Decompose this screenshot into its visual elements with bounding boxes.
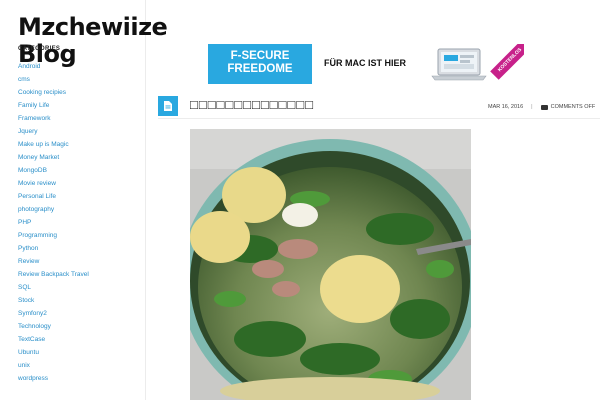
ad-tagline: FÜR MAC IST HIER bbox=[324, 58, 406, 68]
category-link[interactable]: Money Market bbox=[18, 151, 89, 164]
soup-photo bbox=[190, 129, 471, 400]
category-link[interactable]: Cooking recipies bbox=[18, 86, 89, 99]
category-link[interactable]: Framework bbox=[18, 112, 89, 125]
ad-brand-line2: FREEDOME bbox=[227, 63, 293, 75]
category-link[interactable]: photography bbox=[18, 203, 89, 216]
category-link[interactable]: Review Backpack Travel bbox=[18, 268, 89, 281]
category-link[interactable]: Python bbox=[18, 242, 89, 255]
post-title[interactable]: □□□□□□□□□□□□□□ bbox=[190, 97, 314, 112]
post-meta: MAR 16, 2016 | COMMENTS OFF bbox=[488, 104, 595, 110]
category-link[interactable]: Ubuntu bbox=[18, 346, 89, 359]
category-link[interactable]: Make up is Magic bbox=[18, 138, 89, 151]
category-link[interactable]: wordpress bbox=[18, 372, 89, 385]
post-date[interactable]: MAR 16, 2016 bbox=[488, 104, 523, 110]
category-link[interactable]: MongoDB bbox=[18, 164, 89, 177]
category-link[interactable]: Movie review bbox=[18, 177, 89, 190]
category-link[interactable]: Technology bbox=[18, 320, 89, 333]
category-link[interactable]: Jquery bbox=[18, 125, 89, 138]
ad-banner[interactable]: F-SECURE FREEDOME FÜR MAC IST HIER KOSTE… bbox=[208, 44, 524, 84]
ad-brand-block: F-SECURE FREEDOME bbox=[208, 44, 312, 84]
comment-icon bbox=[540, 104, 548, 110]
category-link[interactable]: Symfony2 bbox=[18, 307, 89, 320]
meta-separator: | bbox=[531, 104, 533, 110]
document-icon bbox=[158, 96, 178, 116]
laptop-icon bbox=[431, 48, 487, 81]
comments-status: COMMENTS OFF bbox=[550, 104, 596, 110]
categories-heading: CATEGORIES bbox=[18, 46, 61, 52]
category-link[interactable]: Stock bbox=[18, 294, 89, 307]
ad-brand-line1: F-SECURE bbox=[230, 50, 290, 62]
category-link[interactable]: Family Life bbox=[18, 99, 89, 112]
category-link[interactable]: PHP bbox=[18, 216, 89, 229]
post-divider bbox=[158, 118, 600, 119]
category-link[interactable]: Review bbox=[18, 255, 89, 268]
category-link[interactable]: Personal Life bbox=[18, 190, 89, 203]
site-title[interactable]: Mzchewiize Blog bbox=[18, 14, 178, 68]
featured-image[interactable] bbox=[190, 129, 471, 400]
ad-ribbon: KOSTENLOS TESTEN bbox=[490, 44, 524, 80]
category-list: Android cms Cooking recipies Family Life… bbox=[18, 60, 89, 385]
category-link[interactable]: Programming bbox=[18, 229, 89, 242]
category-link[interactable]: unix bbox=[18, 359, 89, 372]
category-link[interactable]: TextCase bbox=[18, 333, 89, 346]
category-link[interactable]: SQL bbox=[18, 281, 89, 294]
category-link[interactable]: cms bbox=[18, 73, 89, 86]
